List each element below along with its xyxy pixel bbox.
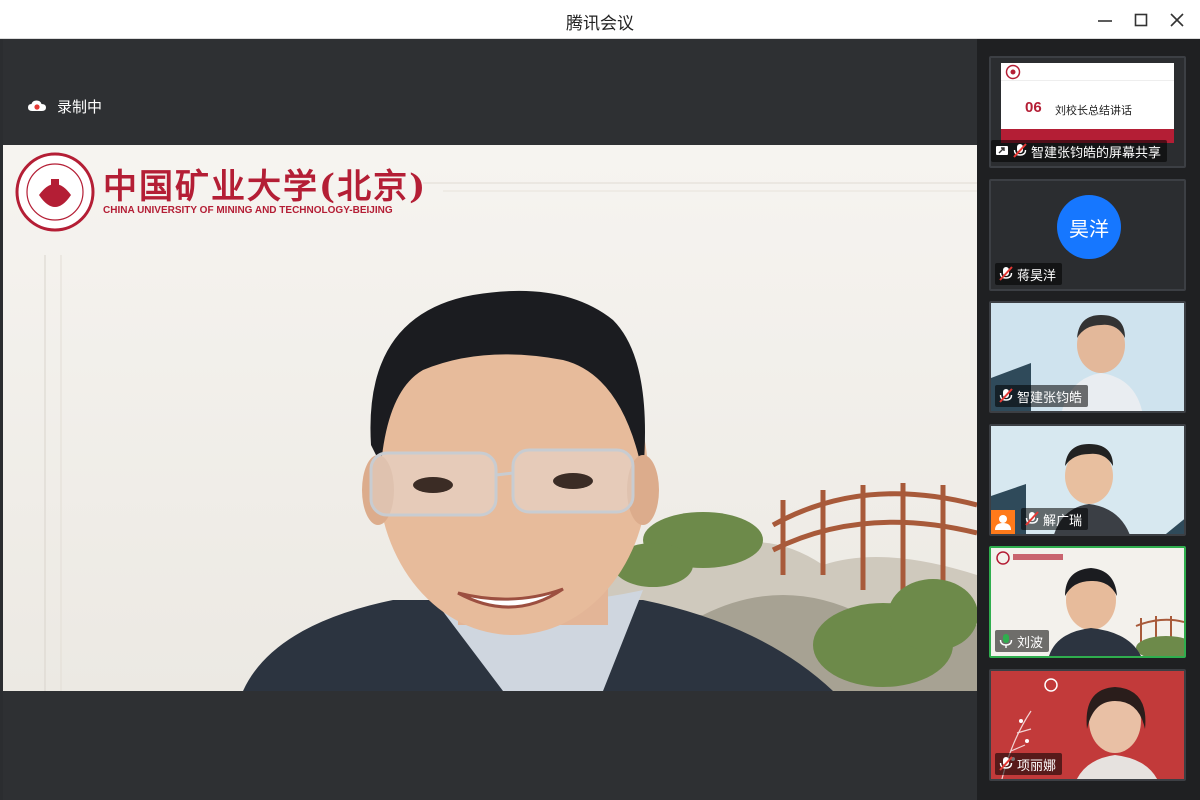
participant-tile[interactable]: 智建张钧皓 bbox=[989, 301, 1186, 413]
maximize-icon bbox=[1134, 13, 1148, 27]
microphone-icon bbox=[999, 634, 1013, 648]
participant-name: 刘波 bbox=[1017, 635, 1044, 651]
participant-name: 蒋昊洋 bbox=[1017, 268, 1057, 284]
mic-muted-icon bbox=[999, 388, 1013, 403]
minimize-icon bbox=[1098, 20, 1112, 22]
participant-name-tag: 智建张钧皓 bbox=[995, 385, 1089, 407]
recording-indicator[interactable]: 录制中 bbox=[27, 95, 102, 117]
participant-name-tag: 项丽娜 bbox=[995, 753, 1063, 775]
mic-muted-icon bbox=[1013, 143, 1027, 158]
host-user-icon bbox=[995, 515, 1011, 530]
participant-tile[interactable]: 项丽娜 bbox=[989, 669, 1186, 781]
share-screen-icon bbox=[996, 146, 1008, 155]
participant-name: 智建张钧皓的屏幕共享 bbox=[1031, 145, 1162, 161]
shared-screen-preview: 06 刘校长总结讲话 bbox=[1001, 63, 1174, 143]
avatar: 昊洋 bbox=[1057, 195, 1121, 259]
window-title: 腾讯会议 bbox=[566, 14, 634, 34]
participant-name-tag: 刘波 bbox=[995, 630, 1050, 652]
participant-name: 解广瑞 bbox=[1043, 513, 1083, 529]
university-emblem bbox=[15, 152, 95, 232]
participant-name-tag: 解广瑞 bbox=[1021, 508, 1089, 530]
speaker-video: 中国矿业大学(北京) CHINA UNIVERSITY OF MINING AN… bbox=[3, 145, 977, 691]
participant-name-tag: 蒋昊洋 bbox=[995, 263, 1063, 285]
cloud-record-icon bbox=[28, 100, 46, 111]
participant-tile[interactable]: 解广瑞 bbox=[989, 424, 1186, 536]
participant-tile[interactable]: 昊洋 蒋昊洋 bbox=[989, 179, 1186, 291]
university-name-chinese: 中国矿业大学(北京) bbox=[103, 167, 428, 207]
recording-label: 录制中 bbox=[57, 97, 103, 116]
participant-name: 智建张钧皓 bbox=[1017, 390, 1083, 406]
slide-header bbox=[1001, 63, 1174, 81]
maximize-button[interactable] bbox=[1128, 8, 1154, 32]
university-logo-icon bbox=[1005, 64, 1021, 80]
slide-title: 刘校长总结讲话 bbox=[1055, 104, 1132, 117]
avatar-text: 昊洋 bbox=[1069, 216, 1109, 241]
main-video-stage[interactable]: 录制中 中国矿业大学(北京) CHINA UNIVERSITY OF MININ… bbox=[3, 39, 977, 800]
title-bar: 腾讯会议 bbox=[0, 0, 1200, 39]
slide-number: 06 bbox=[1025, 99, 1042, 116]
close-icon bbox=[1170, 13, 1184, 27]
participant-panel: 06 刘校长总结讲话 智建张钧皓的屏幕共享 昊洋 蒋昊洋 智建张钧皓 解广瑞 刘… bbox=[977, 39, 1200, 800]
university-name-english: CHINA UNIVERSITY OF MINING AND TECHNOLOG… bbox=[103, 205, 393, 216]
participant-name: 项丽娜 bbox=[1017, 758, 1057, 774]
participant-tile-active[interactable]: 刘波 bbox=[989, 546, 1186, 658]
mic-muted-icon bbox=[1025, 511, 1039, 526]
mic-muted-icon bbox=[999, 756, 1013, 771]
close-button[interactable] bbox=[1164, 8, 1190, 32]
participant-tile[interactable]: 06 刘校长总结讲话 智建张钧皓的屏幕共享 bbox=[989, 56, 1186, 168]
speaker-video-frame bbox=[3, 145, 977, 691]
host-badge bbox=[991, 510, 1015, 534]
mic-muted-icon bbox=[999, 266, 1013, 281]
minimize-button[interactable] bbox=[1092, 8, 1118, 32]
participant-name-tag: 智建张钧皓的屏幕共享 bbox=[991, 140, 1168, 162]
